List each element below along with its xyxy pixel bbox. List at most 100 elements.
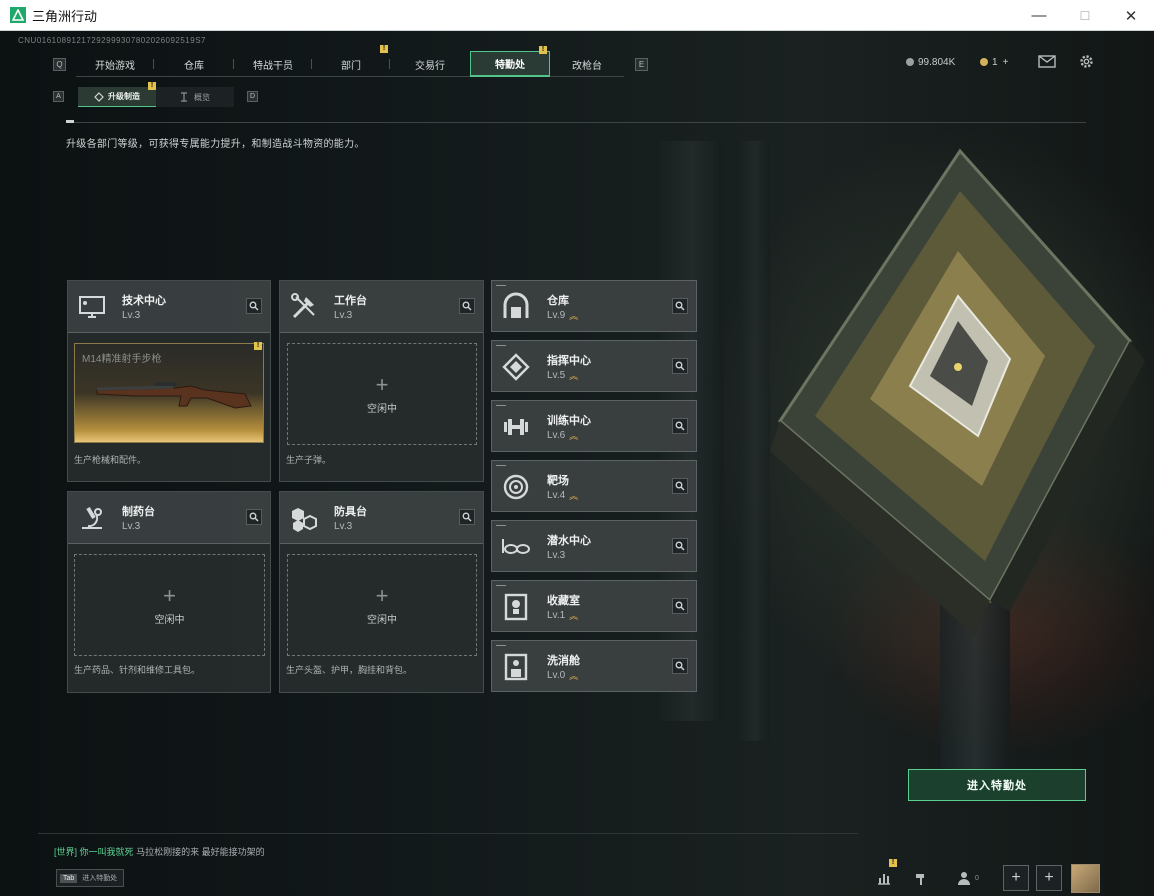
add-teammate-button-2[interactable]: + xyxy=(1036,865,1062,891)
monitor-icon xyxy=(76,291,108,323)
workshop-footer: 生产头盔、护甲，胸挂和背包。 xyxy=(286,665,413,675)
search-icon[interactable] xyxy=(672,298,688,314)
workshop-card-armor[interactable]: 防具台 Lv.3 + 空闲中 生产头盔、护甲，胸挂和背包。 xyxy=(279,491,484,693)
station-level-row: Lv.1 ︽ xyxy=(547,610,578,621)
subnav-prev-key[interactable]: A xyxy=(53,91,64,102)
ticket-balance[interactable]: 1 + xyxy=(980,51,1008,73)
station-decontamination[interactable]: 洗消舱 Lv.0 ︽ xyxy=(491,640,697,692)
tab-trading[interactable]: 交易行 xyxy=(390,51,470,77)
workshop-level: Lv.3 xyxy=(122,310,141,321)
search-icon[interactable] xyxy=(246,509,262,525)
window-title: 三角洲行动 xyxy=(32,8,98,24)
trophy-case-icon xyxy=(500,591,532,623)
station-command-center[interactable]: 指挥中心 Lv.5 ︽ xyxy=(491,340,697,392)
close-button[interactable]: ✕ xyxy=(1108,0,1154,31)
station-level: Lv.1 xyxy=(547,610,566,621)
station-level-row: Lv.5 ︽ xyxy=(547,370,578,381)
nav-next-key[interactable]: E xyxy=(635,58,648,71)
search-icon[interactable] xyxy=(672,658,688,674)
friends-count: 0 xyxy=(975,874,979,882)
station-training-center[interactable]: 训练中心 Lv.6 ︽ xyxy=(491,400,697,452)
subtab-overview[interactable]: 概览 xyxy=(156,87,234,107)
station-shooting-range[interactable]: 靶场 Lv.4 ︽ xyxy=(491,460,697,512)
corner-tick xyxy=(496,345,506,346)
idle-slot[interactable]: + 空闲中 xyxy=(287,554,477,656)
maximize-button[interactable]: ☐ xyxy=(1062,0,1108,31)
station-diving-center[interactable]: 潜水中心 Lv.3 xyxy=(491,520,697,572)
stats-icon[interactable]: ! xyxy=(871,859,897,891)
tab-warehouse[interactable]: 仓库 xyxy=(154,51,234,77)
session-id: CNU01610891217292999307802026092519S7 xyxy=(18,36,206,45)
search-icon[interactable] xyxy=(672,478,688,494)
game-viewport: CNU01610891217292999307802026092519S7 Q … xyxy=(0,31,1154,896)
cube-artwork xyxy=(770,148,1145,636)
workshop-name: 防具台 xyxy=(334,506,367,518)
tab-start-game[interactable]: 开始游戏 xyxy=(76,51,154,77)
friends-button[interactable]: 0 xyxy=(952,865,984,891)
minimize-button[interactable]: — xyxy=(1016,0,1062,31)
gear-icon[interactable] xyxy=(1078,53,1095,70)
friends-icon xyxy=(958,872,971,885)
ticket-amount: 1 xyxy=(992,56,998,68)
search-icon[interactable] xyxy=(672,538,688,554)
station-level: Lv.9 xyxy=(547,310,566,321)
idle-slot[interactable]: + 空闲中 xyxy=(74,554,265,656)
upgrade-arrow-icon: ︽ xyxy=(569,610,579,621)
search-icon[interactable] xyxy=(672,358,688,374)
ticket-add[interactable]: + xyxy=(1003,57,1009,68)
search-icon[interactable] xyxy=(459,298,475,314)
upgrade-arrow-icon: ︽ xyxy=(569,310,579,321)
chat-user[interactable]: 你一叫我就死 xyxy=(80,847,134,857)
coin-icon xyxy=(906,58,914,66)
enter-special-ops-button[interactable]: 进入特勤处 xyxy=(908,769,1086,801)
station-collection-room[interactable]: 收藏室 Lv.1 ︽ xyxy=(491,580,697,632)
tab-gunsmith[interactable]: 改枪台 xyxy=(550,51,624,77)
workshop-name: 制药台 xyxy=(122,506,155,518)
tab-label: 部门 xyxy=(341,60,361,72)
rifle-image xyxy=(96,382,252,409)
search-icon[interactable] xyxy=(246,298,262,314)
add-teammate-button[interactable]: + xyxy=(1003,865,1029,891)
crafting-item-name: M14精准射手步枪 xyxy=(82,354,162,365)
app-logo-icon xyxy=(10,7,26,23)
mail-icon[interactable] xyxy=(1038,55,1056,68)
armor-blocks-icon xyxy=(288,502,320,534)
crafting-item-slot[interactable]: M14精准射手步枪 ! xyxy=(74,342,264,443)
station-warehouse[interactable]: 仓库 Lv.9 ︽ xyxy=(491,280,697,332)
tab-special-ops[interactable]: 特勤处! xyxy=(470,46,550,77)
workshop-header: 防具台 Lv.3 xyxy=(280,492,483,544)
workshop-header: 技术中心 Lv.3 xyxy=(68,281,270,333)
tab-shortcut-hint[interactable]: Tab 进入特勤处 xyxy=(56,869,124,887)
workshop-name: 技术中心 xyxy=(122,295,166,307)
microscope-icon xyxy=(76,502,108,534)
coin-balance: 99.804K xyxy=(906,51,955,73)
nav-prev-key[interactable]: Q xyxy=(53,58,66,71)
workshop-card-pharmacy[interactable]: 制药台 Lv.3 + 空闲中 生产药品、针剂和维修工具包。 xyxy=(67,491,271,693)
search-icon[interactable] xyxy=(672,598,688,614)
search-icon[interactable] xyxy=(672,418,688,434)
avatar[interactable] xyxy=(1071,864,1100,893)
station-level-row: Lv.4 ︽ xyxy=(547,490,578,501)
sub-nav: 升级制造 ! 概览 xyxy=(78,82,234,107)
station-name: 训练中心 xyxy=(547,415,591,427)
tab-label: 仓库 xyxy=(184,60,204,72)
idle-slot[interactable]: + 空闲中 xyxy=(287,343,477,445)
upgrade-arrow-icon: ︽ xyxy=(569,370,579,381)
tab-operators[interactable]: 特战干员 xyxy=(234,51,312,77)
station-level-row: Lv.0 ︽ xyxy=(547,670,578,681)
tab-department[interactable]: 部门! xyxy=(312,45,390,77)
plus-icon: + xyxy=(375,371,389,397)
subtab-label: 升级制造 xyxy=(108,92,140,101)
hammer-icon[interactable] xyxy=(908,865,934,891)
chat-line[interactable]: [世界] 你一叫我就死 马拉松刚接的来 最好能接功架的 xyxy=(54,845,265,858)
workshop-card-workbench[interactable]: 工作台 Lv.3 + 空闲中 生产子弹。 xyxy=(279,280,484,482)
search-icon[interactable] xyxy=(459,509,475,525)
subtab-upgrade-craft[interactable]: 升级制造 ! xyxy=(78,82,156,107)
workshop-card-tech[interactable]: 技术中心 Lv.3 M14精准射手步枪 ! 生产枪械和配件。 xyxy=(67,280,271,482)
workshop-level: Lv.3 xyxy=(334,521,353,532)
station-level-row: Lv.9 ︽ xyxy=(547,310,578,321)
plus-icon: + xyxy=(163,582,176,608)
chat-message: 马拉松刚接的来 最好能接功架的 xyxy=(136,847,265,857)
subnav-next-key[interactable]: D xyxy=(247,91,258,102)
notification-badge: ! xyxy=(539,46,547,54)
